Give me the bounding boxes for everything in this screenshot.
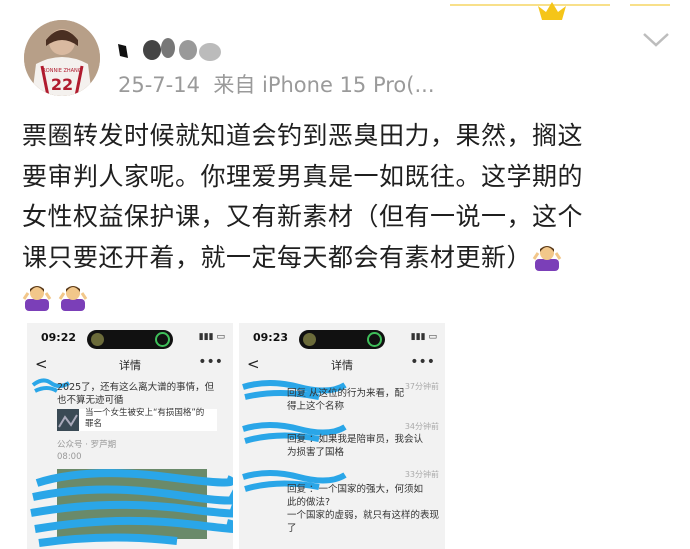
more-icon: ••• <box>410 354 435 370</box>
signal-battery-icon: ▮▮▮ ▭ <box>198 332 225 342</box>
post-source: 来自 iPhone 15 Pro(... <box>213 73 435 97</box>
post-meta: 25-7-14 来自 iPhone 15 Pro(... <box>118 69 435 99</box>
dynamic-island <box>299 330 385 349</box>
dynamic-island <box>87 330 173 349</box>
post-line: 女性权益保护课，又有新素材（但有一说一，这个 <box>22 202 584 231</box>
card-thumbnail <box>57 409 79 431</box>
attached-image-2[interactable]: 09:23 ▮▮▮ ▭ < 详情 ••• 37分钟前 回复 从这位的行为来看，配… <box>239 323 445 549</box>
post-body: 票圈转发时候就知道会钓到恶臭田力，果然，搁这 要审判人家呢。你理爱男真是一如既往… <box>22 116 678 319</box>
emoji-row <box>22 278 678 319</box>
signal-battery-icon: ▮▮▮ ▭ <box>410 332 437 342</box>
svg-text:RONNIE ZHANG: RONNIE ZHANG <box>42 68 81 74</box>
attached-image-1[interactable]: 09:22 ▮▮▮ ▭ < 详情 ••• 2025了，还有这么离大谱的事情，但 … <box>27 323 233 549</box>
username-redacted <box>118 38 221 61</box>
post-line: 课只要还开着，就一定每天都会有素材更新） <box>22 238 678 279</box>
redaction-scribble <box>30 469 233 547</box>
chevron-down-icon[interactable] <box>640 28 672 50</box>
avatar[interactable]: RONNIE ZHANG 22 <box>24 20 100 96</box>
nav-bar: < 详情 ••• <box>239 353 445 377</box>
post-date: 25-7-14 <box>118 73 200 97</box>
status-bar: 09:23 ▮▮▮ ▭ <box>239 323 445 353</box>
crown-decoration <box>450 2 670 20</box>
status-bar: 09:22 ▮▮▮ ▭ <box>27 323 233 353</box>
woman-shrugging-icon <box>532 245 562 271</box>
woman-shrugging-icon <box>58 286 88 311</box>
avatar-image: RONNIE ZHANG 22 <box>24 20 100 96</box>
link-card: 当一个女生被安上“有损国格”的 罪名 <box>57 408 217 431</box>
post-line: 要审判人家呢。你理爱男真是一如既往。这学期的 <box>22 161 584 191</box>
nav-bar: < 详情 ••• <box>27 353 233 377</box>
more-icon: ••• <box>198 354 223 370</box>
post-line: 票圈转发时候就知道会钓到恶臭田力，果然，搁这 <box>22 121 584 150</box>
woman-shrugging-icon <box>22 286 52 311</box>
svg-text:22: 22 <box>51 75 73 94</box>
